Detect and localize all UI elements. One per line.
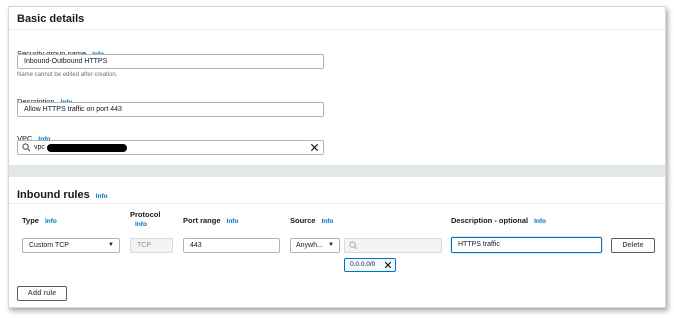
source-search-input[interactable] [344,238,442,253]
port-range-input[interactable]: 443 [183,238,280,253]
protocol-header-label: Protocol [130,210,161,219]
column-header-type: Type Info [22,210,57,228]
source-cidr-token: 0.0.0.0/0 [344,258,396,272]
type-info-link[interactable]: Info [45,218,57,225]
search-icon [22,143,31,152]
sg-name-hint: Name cannot be edited after creation. [17,72,118,78]
basic-details-heading: Basic details [17,13,85,25]
column-header-protocol: Protocol Info [130,210,160,228]
vpc-value: vpc [34,144,45,151]
security-group-form: Basic details Security group nameInfo In… [8,6,666,308]
inbound-rules-info-link[interactable]: Info [96,193,108,200]
column-header-port-range: Port range Info [183,210,238,228]
type-header-label: Type [22,216,39,225]
type-value: Custom TCP [29,242,69,249]
column-header-source: Source Info [290,210,333,228]
description-column-info-link[interactable]: Info [534,218,546,225]
remove-token-icon[interactable] [384,261,392,269]
port-range-info-link[interactable]: Info [227,218,239,225]
source-header-label: Source [290,216,316,225]
caret-down-icon: ▼ [328,242,334,248]
search-icon [349,241,358,250]
protocol-field: TCP [130,238,173,253]
section-separator [9,165,665,177]
inbound-rules-heading: Inbound rules [17,189,90,201]
column-header-description: Description - optional Info [451,210,546,228]
inbound-rules-heading-row: Inbound rules Info [17,185,108,203]
source-type-select[interactable]: Anywh... ▼ [290,238,340,253]
caret-down-icon: ▼ [108,242,114,248]
type-select[interactable]: Custom TCP ▼ [22,238,120,253]
source-cidr-value: 0.0.0.0/0 [350,261,376,268]
description-header-label: Description - optional [451,216,529,225]
clear-icon[interactable] [310,143,319,152]
divider [9,203,665,204]
port-range-header-label: Port range [183,216,221,225]
protocol-info-link[interactable]: Info [135,221,160,228]
redacted-vpc-id [47,144,127,152]
source-info-link[interactable]: Info [321,218,333,225]
rule-description-input[interactable]: HTTPS traffic [451,237,602,253]
description-input[interactable]: Allow HTTPS traffic on port 443 [17,102,324,117]
divider [9,29,665,30]
vpc-select[interactable]: vpc [17,140,324,155]
add-rule-button[interactable]: Add rule [17,286,67,301]
delete-rule-button[interactable]: Delete [611,238,655,253]
source-type-value: Anywh... [296,242,323,249]
sg-name-input[interactable]: Inbound-Outbound HTTPS [17,54,324,69]
